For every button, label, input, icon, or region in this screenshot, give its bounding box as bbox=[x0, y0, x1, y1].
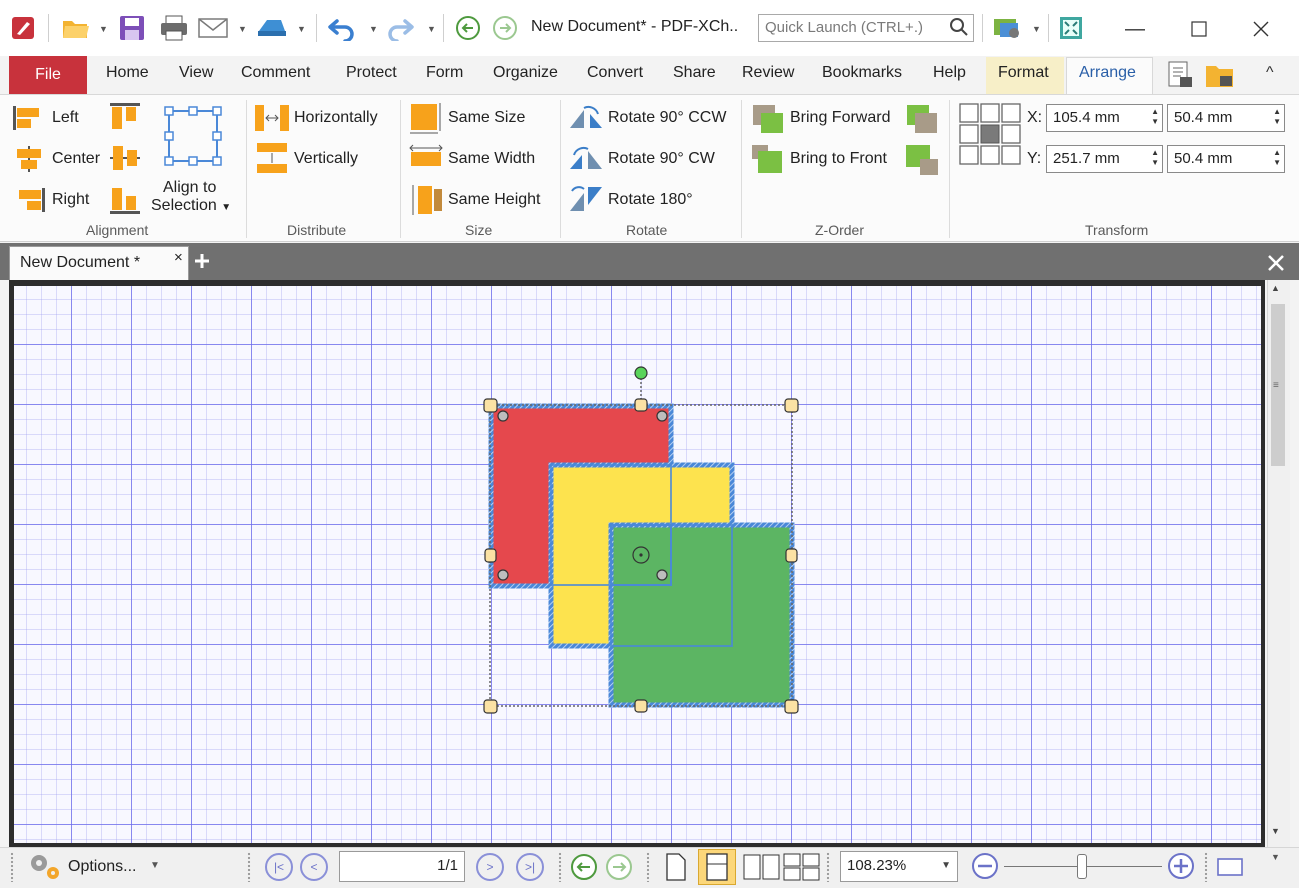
rotation-handle[interactable] bbox=[634, 366, 648, 380]
zoom-in-icon[interactable] bbox=[1166, 851, 1196, 885]
zoom-select[interactable]: 108.23% ▼ bbox=[840, 851, 958, 882]
page-indicator: 1/1 bbox=[437, 857, 458, 874]
previous-page-button[interactable]: < bbox=[300, 853, 328, 881]
first-page-button[interactable]: |< bbox=[265, 853, 293, 881]
zoom-slider-thumb[interactable] bbox=[1077, 854, 1087, 879]
last-page-button[interactable]: >| bbox=[516, 853, 544, 881]
shapes-layer bbox=[483, 366, 799, 714]
options-chevron-down-icon[interactable]: ▼ bbox=[150, 860, 160, 871]
toolbar-grip bbox=[558, 852, 562, 882]
toolbar-grip bbox=[826, 852, 830, 882]
zoom-value: 108.23% bbox=[847, 857, 907, 874]
scroll-down-icon[interactable]: ▼ bbox=[1271, 826, 1280, 836]
zoom-out-icon[interactable] bbox=[970, 851, 1000, 885]
continuous-facing-icon[interactable] bbox=[782, 852, 822, 886]
status-overflow-icon[interactable]: ▼ bbox=[1271, 852, 1280, 862]
page-number-field[interactable]: 1/1 bbox=[339, 851, 465, 882]
fullscreen-view-icon[interactable] bbox=[1216, 856, 1244, 882]
green-square[interactable] bbox=[608, 522, 795, 708]
facing-pages-icon[interactable] bbox=[742, 852, 782, 886]
continuous-page-icon[interactable] bbox=[698, 849, 736, 885]
next-view-icon[interactable] bbox=[605, 853, 633, 885]
toolbar-grip bbox=[1204, 852, 1208, 882]
options-button[interactable]: Options... bbox=[68, 858, 136, 876]
options-gear-icon[interactable] bbox=[27, 851, 63, 885]
toolbar-grip bbox=[10, 852, 14, 882]
single-page-icon[interactable] bbox=[664, 852, 688, 886]
zoom-chevron-down-icon: ▼ bbox=[941, 860, 951, 871]
next-page-button[interactable]: > bbox=[476, 853, 504, 881]
previous-view-icon[interactable] bbox=[570, 853, 598, 885]
thumb-grip-icon: ≡ bbox=[1273, 380, 1279, 391]
toolbar-grip bbox=[247, 852, 251, 882]
scroll-up-icon[interactable]: ▲ bbox=[1271, 283, 1280, 293]
toolbar-grip bbox=[646, 852, 650, 882]
